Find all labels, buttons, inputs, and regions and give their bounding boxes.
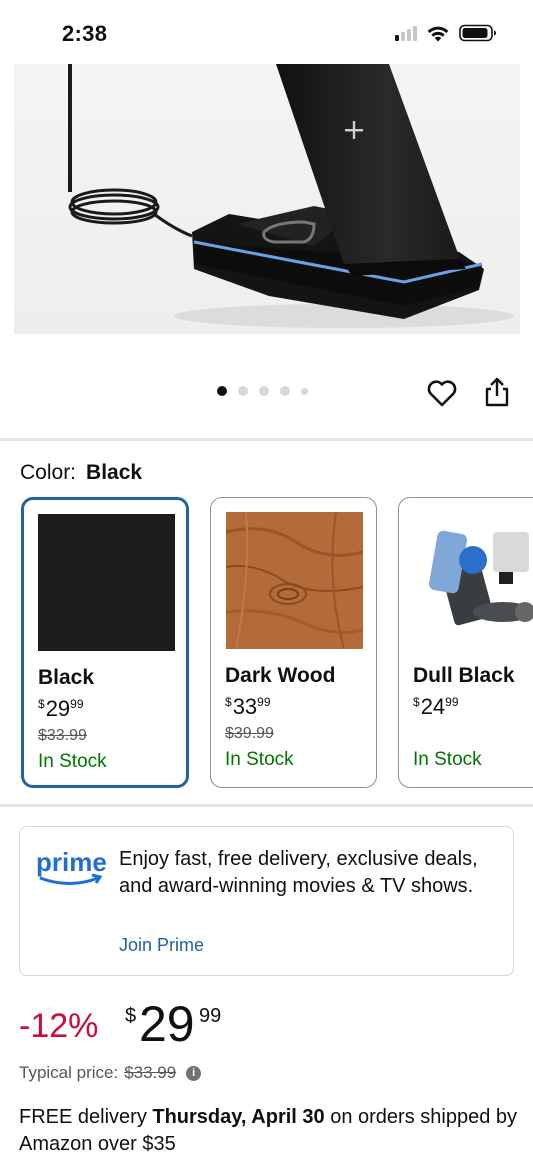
option-name: Black [38,666,95,689]
product-image[interactable] [14,64,520,334]
status-bar: 2:38 [0,0,533,64]
delivery-info: FREE delivery Thursday, April 30 on orde… [19,1104,519,1153]
prime-message: Enjoy fast, free delivery, exclusive dea… [119,848,478,897]
color-option-dull-black[interactable]: Dull Black $2499 In Stock [398,497,533,788]
option-name: Dark Wood [225,664,336,687]
typical-price-value: $33.99 [124,1063,177,1082]
carousel-dot[interactable] [259,386,269,396]
cellular-signal-icon [395,25,417,41]
share-icon[interactable] [482,376,512,408]
charger-illustration [14,64,520,334]
wifi-icon [427,26,449,41]
option-name: Dull Black [413,664,515,687]
swatch-image [226,512,363,649]
prime-promo[interactable]: prime Enjoy fast, free delivery, exclusi… [19,826,514,976]
typical-price-label: Typical price: [19,1063,119,1082]
price-whole: 29 [139,996,195,1052]
typical-price: Typical price: $33.99 i [19,1063,202,1083]
option-list-price: $33.99 [38,727,87,744]
discount-percent: -12% [19,1007,99,1045]
option-stock: In Stock [413,749,482,770]
prime-logo: prime [36,847,107,885]
section-divider [0,804,533,807]
option-price: $2999 [38,696,84,721]
status-icons [395,24,497,42]
option-stock: In Stock [38,751,107,772]
battery-icon [459,24,496,42]
option-price: $2499 [413,694,459,719]
join-prime-link[interactable]: Join Prime [119,935,204,956]
carousel-dot[interactable] [217,386,227,396]
color-label-value: Black [86,461,143,484]
option-list-price: $39.99 [225,725,274,742]
price-block: -12% $ 29 99 [19,997,499,1057]
color-option-black[interactable]: Black $2999 $33.99 In Stock [21,497,189,788]
carousel-dot[interactable] [280,386,290,396]
swatch-image [38,514,175,651]
image-carousel-dots[interactable] [217,386,308,396]
delivery-prefix: FREE delivery [19,1106,147,1128]
carousel-dot[interactable] [238,386,248,396]
price-fraction: 99 [199,1005,222,1027]
swatch-image [413,512,533,649]
price-currency: $ [125,1005,137,1027]
option-stock: In Stock [225,749,294,770]
carousel-dot[interactable] [301,387,308,395]
color-option-dark-wood[interactable]: Dark Wood $3399 $39.99 In Stock [210,497,377,788]
color-selector-label: Color: Black [20,461,142,485]
info-icon[interactable]: i [186,1065,202,1081]
heart-outline-icon[interactable] [426,377,458,409]
delivery-date: Thursday, April 30 [152,1106,325,1128]
color-label-key: Color: [20,461,77,484]
section-divider [0,438,533,441]
status-time: 2:38 [62,21,108,46]
svg-text:prime: prime [36,847,107,877]
option-price: $3399 [225,694,271,719]
